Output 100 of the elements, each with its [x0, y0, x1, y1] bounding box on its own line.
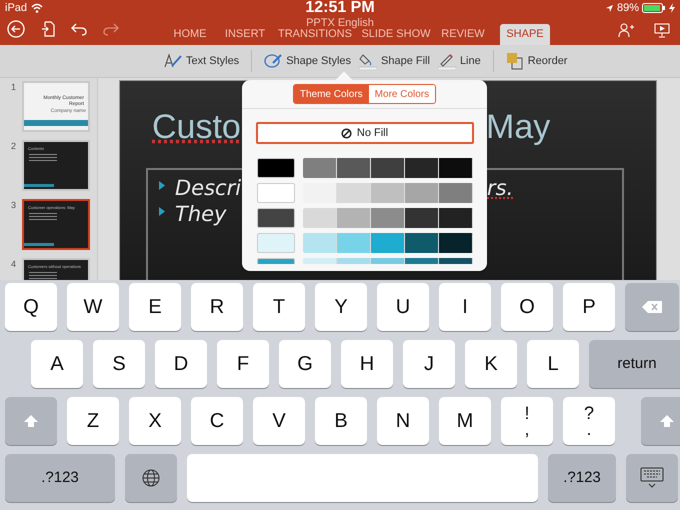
- color-swatch[interactable]: [371, 233, 405, 253]
- wifi-icon: [31, 3, 44, 13]
- bullet-icon: [159, 181, 165, 190]
- add-person-icon[interactable]: [618, 22, 634, 38]
- letter-key[interactable]: P: [563, 283, 615, 331]
- letter-key[interactable]: Q: [5, 283, 57, 331]
- punctuation-key[interactable]: ! ,: [501, 397, 553, 445]
- color-swatch[interactable]: [371, 183, 405, 203]
- color-swatch[interactable]: [257, 233, 295, 253]
- slide-number: 3: [11, 199, 18, 212]
- slide-title: Custo: [152, 109, 241, 145]
- text-styles-icon: [164, 52, 182, 70]
- letter-key[interactable]: K: [465, 340, 517, 388]
- color-swatch[interactable]: [303, 208, 337, 228]
- globe-icon[interactable]: [125, 454, 177, 502]
- color-swatch[interactable]: [337, 208, 371, 228]
- bullet-icon: [159, 207, 165, 216]
- file-icon[interactable]: [41, 21, 55, 37]
- shift-icon[interactable]: [641, 397, 680, 445]
- letter-key[interactable]: B: [315, 397, 367, 445]
- color-swatch[interactable]: [303, 183, 337, 203]
- segment-tab[interactable]: Theme Colors: [294, 85, 369, 103]
- letter-key[interactable]: R: [191, 283, 243, 331]
- shift-icon[interactable]: [5, 397, 57, 445]
- bullet-text: rs.: [487, 175, 514, 202]
- color-swatch[interactable]: [337, 158, 371, 178]
- letter-key[interactable]: W: [67, 283, 119, 331]
- letter-key[interactable]: N: [377, 397, 429, 445]
- color-swatch[interactable]: [257, 158, 295, 178]
- punctuation-key[interactable]: ? .: [563, 397, 615, 445]
- color-swatch[interactable]: [405, 233, 439, 253]
- color-swatch[interactable]: [405, 158, 439, 178]
- letter-key[interactable]: V: [253, 397, 305, 445]
- pencil-icon: [438, 52, 456, 70]
- hide-keyboard-icon[interactable]: [626, 454, 678, 502]
- paint-bucket-icon: [359, 52, 378, 70]
- color-swatch[interactable]: [303, 233, 337, 253]
- clock: 12:51 PM: [304, 2, 376, 14]
- color-swatch[interactable]: [257, 183, 295, 203]
- color-swatch[interactable]: [371, 208, 405, 228]
- battery-icon: [642, 3, 666, 13]
- ribbon-tab[interactable]: SHAPE: [500, 24, 550, 45]
- letter-key[interactable]: T: [253, 283, 305, 331]
- numbers-key[interactable]: .?123: [5, 454, 115, 502]
- letter-key[interactable]: C: [191, 397, 243, 445]
- color-swatch[interactable]: [257, 208, 295, 228]
- no-fill-icon: [340, 128, 352, 138]
- battery-percent: 89%: [616, 0, 639, 16]
- letter-key[interactable]: D: [155, 340, 207, 388]
- color-swatch[interactable]: [405, 208, 439, 228]
- color-swatch[interactable]: [337, 183, 371, 203]
- slide-number: 4: [11, 258, 18, 271]
- letter-key[interactable]: Y: [315, 283, 367, 331]
- document-title: PPTX English: [305, 17, 375, 29]
- toolbar-button[interactable]: Reorder: [502, 48, 572, 74]
- numbers-key[interactable]: .?123: [548, 454, 616, 502]
- letter-key[interactable]: L: [527, 340, 579, 388]
- letter-key[interactable]: S: [93, 340, 145, 388]
- color-swatch[interactable]: [405, 183, 439, 203]
- color-swatch[interactable]: [371, 158, 405, 178]
- backspace-icon[interactable]: [625, 283, 679, 331]
- color-swatch[interactable]: [439, 183, 473, 203]
- letter-key[interactable]: G: [279, 340, 331, 388]
- shape-styles-icon: [264, 52, 282, 70]
- color-swatch[interactable]: [439, 158, 473, 178]
- undo-icon[interactable]: [71, 22, 87, 36]
- letter-key[interactable]: O: [501, 283, 553, 331]
- color-swatch[interactable]: [439, 233, 473, 253]
- letter-key[interactable]: F: [217, 340, 269, 388]
- slide-title: May: [486, 109, 550, 145]
- back-icon[interactable]: [7, 20, 25, 38]
- color-swatch[interactable]: [337, 233, 371, 253]
- letter-key[interactable]: I: [439, 283, 491, 331]
- segment-tab[interactable]: More Colors: [368, 85, 436, 103]
- no-fill-button[interactable]: No Fill: [256, 122, 474, 144]
- presentation-icon[interactable]: [654, 22, 670, 38]
- redo-icon[interactable]: [103, 22, 119, 36]
- letter-key[interactable]: U: [377, 283, 429, 331]
- reorder-icon: [506, 52, 524, 70]
- return-key[interactable]: return: [589, 340, 680, 388]
- bullet-text: They: [175, 201, 226, 228]
- color-swatch[interactable]: [303, 158, 337, 178]
- device-name: iPad: [5, 0, 28, 16]
- toolbar-button[interactable]: Line: [434, 48, 485, 74]
- toolbar-button[interactable]: Shape Styles: [260, 48, 356, 74]
- letter-key[interactable]: E: [129, 283, 181, 331]
- letter-key[interactable]: Z: [67, 397, 119, 445]
- letter-key[interactable]: H: [341, 340, 393, 388]
- letter-key[interactable]: X: [129, 397, 181, 445]
- letter-key[interactable]: J: [403, 340, 455, 388]
- letter-key[interactable]: M: [439, 397, 491, 445]
- ribbon-tab[interactable]: REVIEW: [434, 24, 492, 45]
- slide-number: 2: [11, 140, 18, 153]
- ribbon-tab[interactable]: INSERT: [218, 24, 272, 45]
- slide-number: 1: [11, 81, 18, 94]
- ribbon-tab[interactable]: HOME: [162, 24, 218, 45]
- toolbar-button[interactable]: Shape Fill: [355, 48, 434, 74]
- letter-key[interactable]: A: [31, 340, 83, 388]
- toolbar-button[interactable]: Text Styles: [160, 48, 244, 74]
- color-swatch[interactable]: [439, 208, 473, 228]
